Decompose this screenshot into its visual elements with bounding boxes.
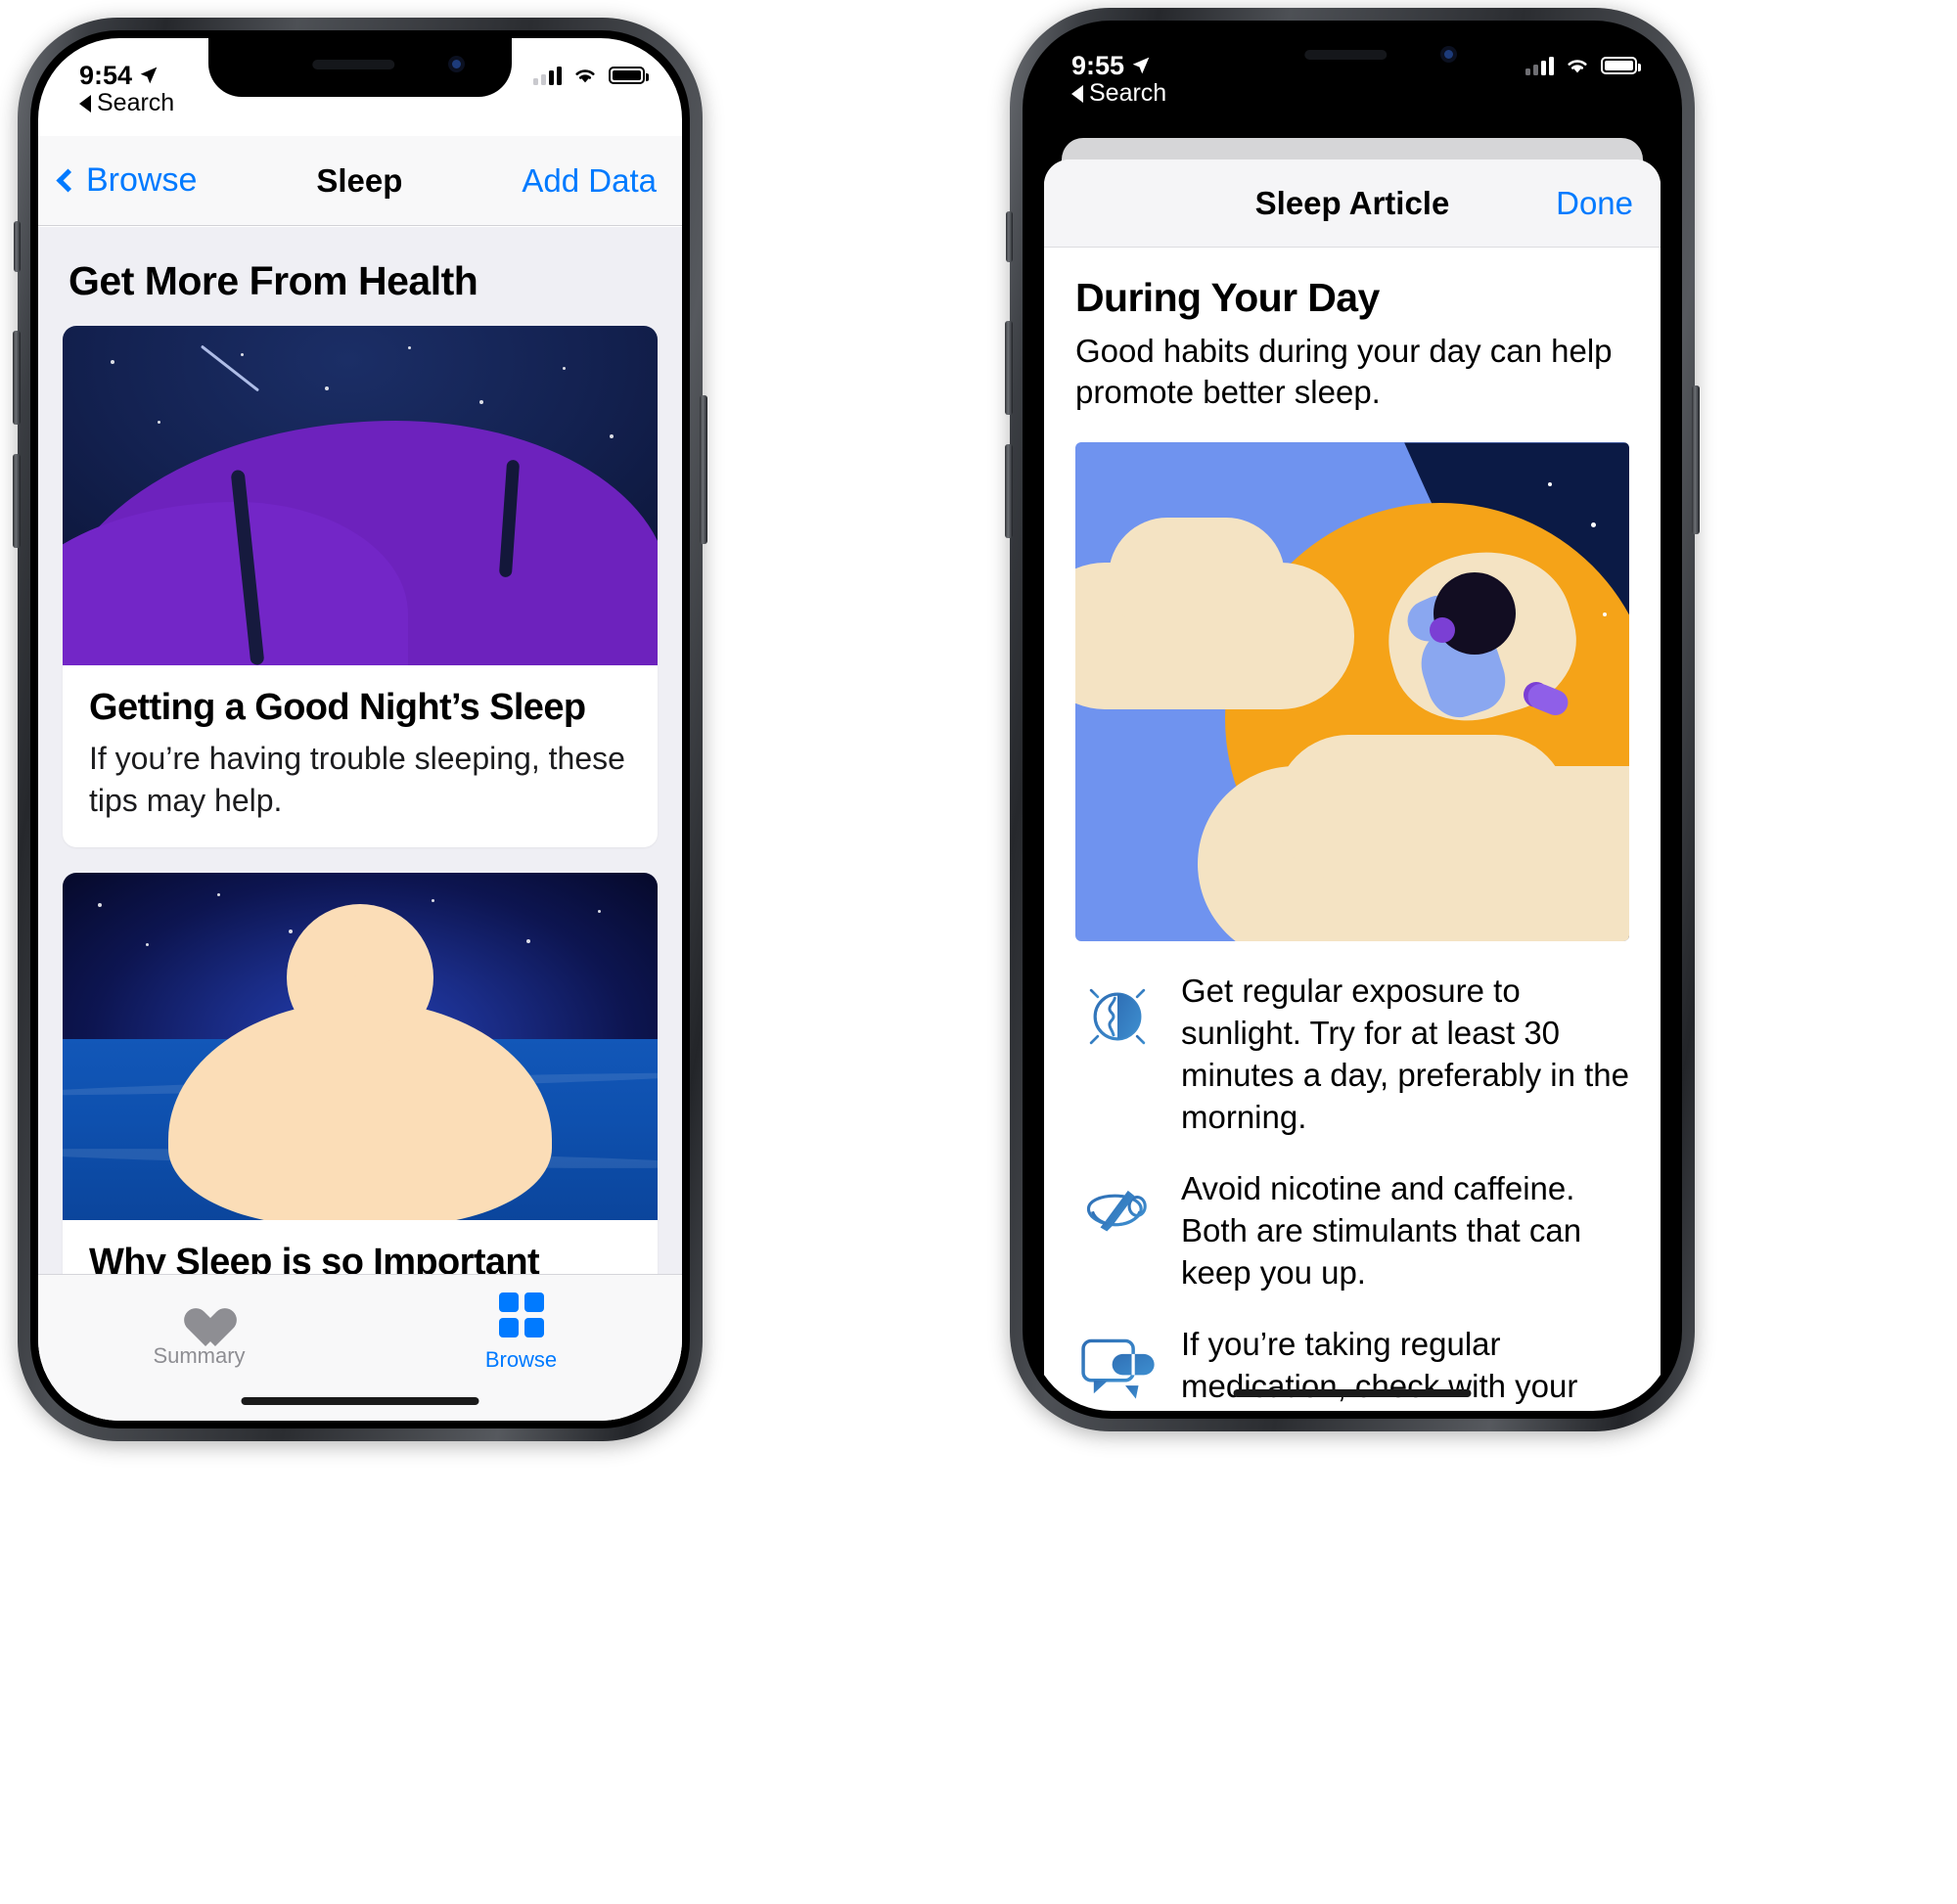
section-heading-get-more: Get More From Health	[68, 258, 478, 303]
back-app-label: Search	[1089, 79, 1167, 107]
screenshot-stage: 9:54 Search Browse Sleep Add Data Get Mo…	[0, 0, 1957, 1904]
back-button[interactable]: Browse	[56, 161, 198, 200]
tip-item: Get regular exposure to sunlight. Try fo…	[1075, 971, 1629, 1139]
notch	[208, 38, 512, 97]
card-illustration-night-sleeper	[63, 326, 658, 665]
chevron-left-icon	[56, 168, 80, 193]
status-time-group: 9:54	[79, 61, 159, 91]
right-phone-bezel: 9:55 Search Sleep Article Done During Yo…	[1023, 21, 1682, 1419]
home-indicator[interactable]	[1233, 1389, 1472, 1397]
add-data-button[interactable]: Add Data	[522, 162, 657, 200]
article-intro: Good habits during your day can help pro…	[1075, 333, 1613, 411]
volume-up-button[interactable]	[1005, 321, 1013, 415]
left-nav-bar: Browse Sleep Add Data	[38, 136, 682, 226]
front-camera	[448, 56, 465, 72]
article-illustration	[1075, 442, 1629, 942]
mute-switch[interactable]	[1006, 211, 1013, 262]
tab-browse[interactable]: Browse	[360, 1292, 682, 1373]
front-camera	[1440, 46, 1457, 63]
card-title: Getting a Good Night’s Sleep	[89, 687, 586, 728]
status-time: 9:54	[79, 60, 133, 90]
right-phone-screen: 9:55 Search Sleep Article Done During Yo…	[1030, 28, 1674, 1411]
home-indicator[interactable]	[241, 1397, 479, 1405]
tip-text: Get regular exposure to sunlight. Try fo…	[1181, 973, 1629, 1136]
cloud-bottom-top	[1274, 735, 1569, 883]
article-card-good-night-sleep[interactable]: Getting a Good Night’s Sleep If you’re h…	[63, 326, 658, 848]
tab-browse-label: Browse	[484, 1347, 558, 1372]
status-time: 9:55	[1071, 50, 1125, 80]
location-arrow-icon	[140, 67, 158, 84]
card-subtitle: If you’re having trouble sleeping, these…	[89, 740, 625, 818]
back-triangle-icon	[79, 94, 91, 113]
cellular-signal-icon	[1525, 56, 1554, 75]
article-heading: During Your Day	[1075, 275, 1380, 320]
earpiece-speaker	[312, 60, 395, 69]
left-phone-screen: 9:54 Search Browse Sleep Add Data Get Mo…	[38, 38, 682, 1421]
mute-switch[interactable]	[14, 221, 21, 272]
left-phone-bezel: 9:54 Search Browse Sleep Add Data Get Mo…	[30, 30, 690, 1428]
sun-face-icon	[1079, 978, 1156, 1056]
wifi-icon	[575, 69, 595, 83]
grid-squares-icon	[498, 1292, 544, 1337]
page-title: Sleep	[316, 161, 403, 199]
power-button[interactable]	[700, 395, 707, 544]
cloud-left-top	[1108, 517, 1285, 635]
notch	[1201, 28, 1504, 87]
location-arrow-icon	[1132, 57, 1150, 74]
volume-up-button[interactable]	[13, 331, 21, 425]
heart-icon	[177, 1292, 222, 1334]
card-text-block: Getting a Good Night’s Sleep If you’re h…	[63, 665, 658, 847]
left-phone-device: 9:54 Search Browse Sleep Add Data Get Mo…	[13, 18, 707, 1441]
wifi-icon	[1568, 60, 1587, 73]
left-scroll-content[interactable]: Get More From Health Getting a Good Nigh…	[38, 227, 682, 1421]
tip-item: Avoid nicotine and caffeine. Both are st…	[1075, 1168, 1629, 1294]
status-indicators	[533, 65, 649, 86]
person-hand-left	[1429, 616, 1455, 643]
status-time-group: 9:55	[1071, 51, 1151, 81]
tip-text: If you’re taking regular medication, che…	[1181, 1325, 1578, 1411]
tab-summary[interactable]: Summary	[38, 1292, 360, 1369]
coffee-cigarette-icon	[1086, 1190, 1147, 1232]
right-phone-device: 9:55 Search Sleep Article Done During Yo…	[1005, 8, 1700, 1431]
shooting-star	[200, 344, 259, 392]
earpiece-speaker	[1304, 50, 1388, 60]
pill-speech-bubble-icon	[1081, 1338, 1155, 1399]
cellular-signal-icon	[533, 66, 562, 85]
battery-icon	[609, 67, 649, 84]
done-button[interactable]: Done	[1556, 185, 1633, 222]
sheet-title: Sleep Article	[1254, 184, 1450, 221]
battery-icon	[1601, 57, 1641, 74]
volume-down-button[interactable]	[13, 454, 21, 548]
tab-summary-label: Summary	[153, 1343, 246, 1368]
back-triangle-icon	[1071, 84, 1083, 103]
tips-list: Get regular exposure to sunlight. Try fo…	[1075, 971, 1629, 1411]
back-to-search-link[interactable]: Search	[79, 89, 174, 117]
back-button-label: Browse	[86, 161, 198, 199]
article-scroll-content[interactable]: During Your Day Good habits during your …	[1044, 248, 1661, 1411]
back-app-label: Search	[97, 89, 175, 116]
volume-down-button[interactable]	[1005, 444, 1013, 538]
power-button[interactable]	[1692, 385, 1700, 534]
status-indicators	[1525, 55, 1641, 76]
sleep-article-sheet: Sleep Article Done During Your Day Good …	[1044, 159, 1661, 1411]
back-to-search-link[interactable]: Search	[1071, 79, 1166, 108]
sheet-nav-bar: Sleep Article Done	[1044, 159, 1661, 248]
tip-item: If you’re taking regular medication, che…	[1075, 1324, 1629, 1411]
card-illustration-moon-water	[63, 873, 658, 1221]
tip-text: Avoid nicotine and caffeine. Both are st…	[1181, 1170, 1582, 1291]
